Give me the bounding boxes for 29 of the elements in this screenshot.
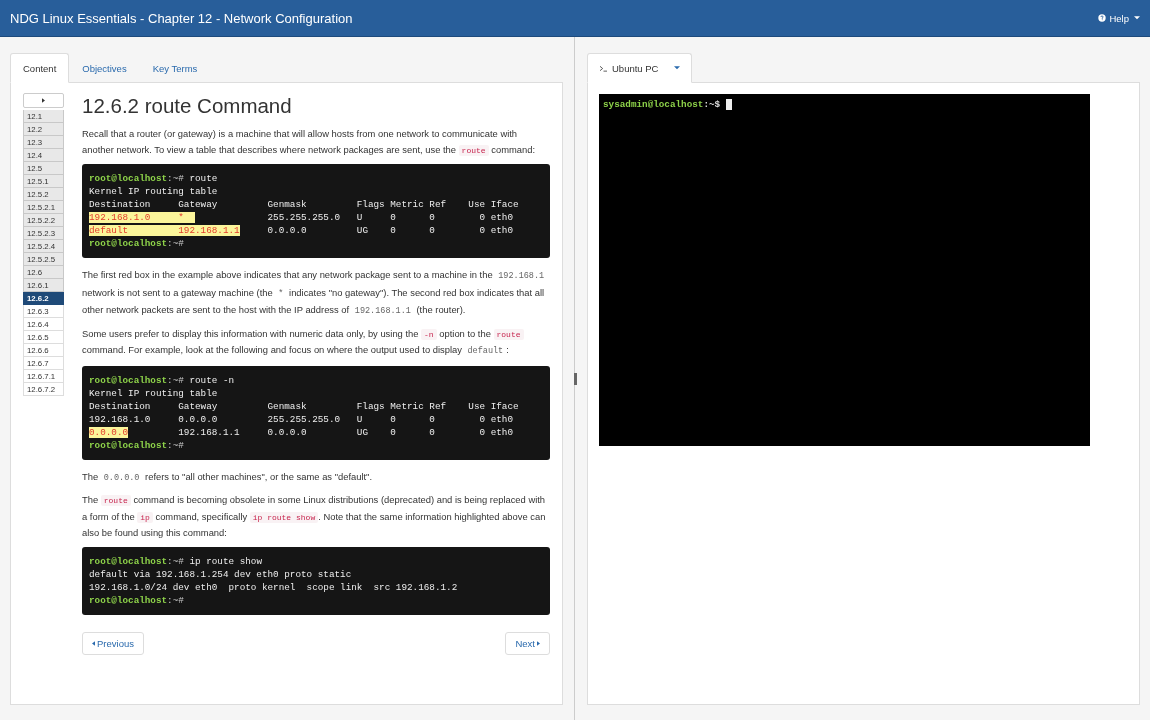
paragraph: The first red box in the example above indicates that any network package sent to a machine in the 192.168.1 network is not sent to a gateway machine (the * indicates "no gateway"). The second red box indicates that all other network packets are sent to the host with the IP address of 192.168.1.1 (the router).	[82, 268, 546, 318]
paragraph: Some users prefer to display this information with numeric data only, by using the -n option to the route command. For example, look at the following and focus on where the output used to display default :	[82, 325, 550, 360]
terminal-tab[interactable]: Ubuntu PC	[587, 53, 693, 83]
caret-icon	[42, 98, 45, 103]
next-button[interactable]: Next	[505, 631, 550, 655]
help-icon	[1098, 14, 1107, 22]
terminal-output: root@localhost:~# ip route show default via 192.168.1.254 dev eth0 proto static 192.168.1.0/24 dev eth0 proto kernel scope link src 192.168.1.2 root@localhost:~#	[82, 546, 550, 615]
terminal-screen[interactable]: sysadmin@localhost:~$	[599, 94, 1090, 446]
terminal-icon	[599, 64, 608, 72]
content-tab[interactable]: Key Terms	[139, 53, 211, 83]
help-menu-button[interactable]: Help	[1098, 12, 1140, 24]
content-tab[interactable]: Content	[10, 53, 70, 83]
paragraph: The 0.0.0.0 refers to "all other machines", or the same as "default".	[82, 469, 374, 485]
nav-toggle-button[interactable]	[23, 93, 64, 108]
content-tab[interactable]: Objectives	[69, 53, 140, 83]
terminal-output: root@localhost:~# route -n Kernel IP routing table Destination Gateway Genmask Flags Metric Ref Use Iface 192.168.1.0 0.0.0.0 255.255.255.0 U 0 0 0 eth0 0.0.0.0 192.168.1.1 0.0.0.0 UG 0 0 0 eth0 root@localhost:~#	[82, 365, 550, 460]
caret-icon	[92, 640, 95, 646]
terminal-output: root@localhost:~# route Kernel IP routing table Destination Gateway Genmask Flags Metric Ref Use Iface 192.168.1.0 * 255.255.255.0 U 0 0 0 eth0 default 192.168.1.1 0.0.0.0 UG 0 0 0 eth0 root@localhost:~#	[82, 164, 550, 258]
paragraph: Recall that a router (or gateway) is a machine that will allow hosts from one network to communicate with another network. To view a table that describes where network packages are sent, use the route command:	[82, 127, 536, 158]
caret-icon	[1134, 16, 1140, 20]
terminal-prompt: sysadmin@localhost:~$	[603, 99, 722, 110]
splitter-handle[interactable]	[573, 372, 577, 385]
previous-button[interactable]: Previous	[82, 631, 144, 655]
paragraph: The route command is becoming obsolete in some Linux distributions (deprecated) and is being replaced with a form of the ip command, specifically ip route show . Note that the same information highlighted above can also be found using this command:	[82, 493, 547, 540]
window-title: NDG Linux Essentials - Chapter 12 - Network Configuration	[10, 10, 353, 26]
section-heading: 12.6.2 route Command	[82, 93, 293, 119]
caret-icon	[537, 640, 540, 646]
caret-icon	[674, 66, 681, 70]
cursor	[726, 99, 733, 110]
